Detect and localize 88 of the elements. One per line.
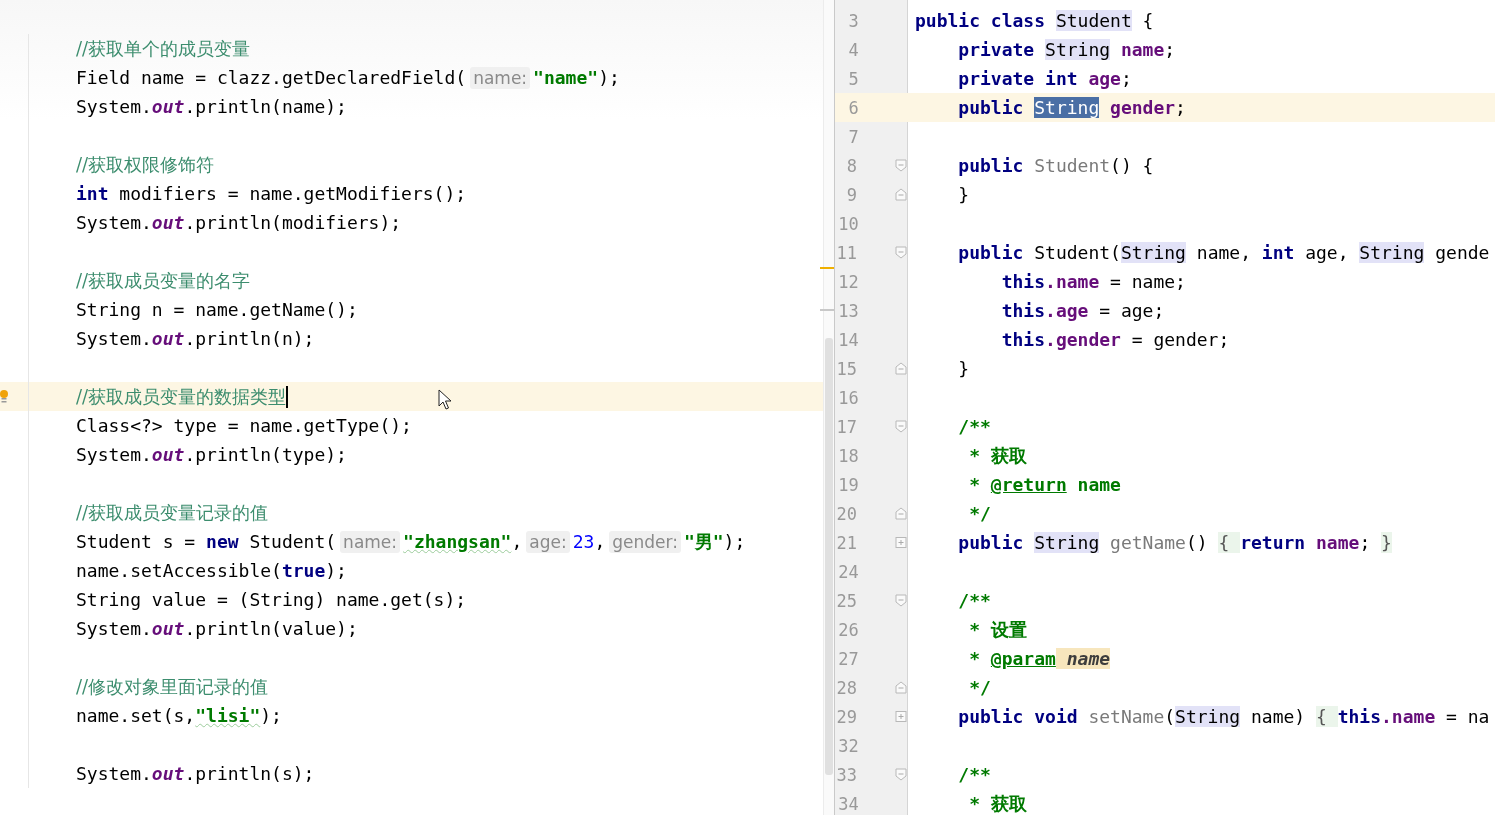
code-line: name.set(s,"lisi");: [76, 705, 282, 726]
code-line: public Student() {: [957, 155, 1154, 176]
code-line: * 获取: [968, 443, 1027, 468]
fold-marker-icon: [895, 681, 907, 694]
code-line: //获取单个的成员变量: [76, 36, 251, 61]
code-line: System.out.println(type);: [76, 444, 347, 465]
fold-marker-icon: [895, 246, 907, 259]
code-line: System.out.println(s);: [76, 763, 315, 784]
line-number: 10: [837, 213, 859, 234]
line-number: 5: [847, 68, 859, 89]
code-line: //获取成员变量记录的值: [76, 500, 269, 525]
code-line: this.name = name;: [1000, 271, 1186, 292]
fold-marker-icon: [895, 594, 907, 607]
lightbulb-icon: [0, 388, 10, 405]
line-number: 28: [835, 677, 857, 698]
line-number: 17: [835, 416, 857, 437]
code-line: this.gender = gender;: [1000, 329, 1230, 350]
code-line: this.age = age;: [1000, 300, 1165, 321]
code-line: System.out.println(name);: [76, 96, 347, 117]
mouse-pointer-icon: [438, 388, 453, 411]
code-line: * 获取: [968, 791, 1027, 815]
line-number: 29: [835, 706, 857, 727]
code-line: public String gender;: [957, 97, 1186, 118]
code-line: }: [957, 358, 970, 379]
code-line: System.out.println(value);: [76, 618, 358, 639]
line-number: 25: [835, 590, 857, 611]
code-line: public Student(String name, int age, String gende: [957, 242, 1490, 263]
code-line: System.out.println(modifiers);: [76, 212, 402, 233]
text-cursor: [286, 385, 289, 408]
code-line: //获取成员变量的数据类型: [76, 384, 287, 409]
line-number: 9: [845, 184, 857, 205]
code-line: */: [968, 677, 991, 698]
error-stripe-mark[interactable]: [820, 309, 834, 311]
code-line: /**: [957, 764, 991, 785]
code-line: Student s = new Student( name: "zhangsan", age: 23, gender: "男");: [76, 529, 746, 554]
code-line: name.setAccessible(true);: [76, 560, 347, 581]
line-number: 14: [837, 329, 859, 350]
line-number: 32: [837, 735, 859, 756]
code-line: private String name;: [957, 39, 1176, 60]
code-line: //获取成员变量的名字: [76, 268, 251, 293]
code-line: */: [968, 503, 991, 524]
fold-marker-icon: [895, 420, 907, 433]
code-line: String value = (String) name.get(s);: [76, 589, 467, 610]
code-line: /**: [957, 590, 991, 611]
line-number: 19: [837, 474, 859, 495]
code-line: }: [957, 184, 970, 205]
code-line: Field name = clazz.getDeclaredField( name: "name");: [76, 67, 620, 88]
line-number: 15: [835, 358, 857, 379]
fold-marker-icon: [895, 768, 907, 781]
line-number: 16: [837, 387, 859, 408]
fold-marker-icon: [895, 507, 907, 520]
fold-marker-icon: [895, 710, 907, 723]
line-number: 3: [847, 10, 859, 31]
code-line: public String getName() { return name; }: [957, 532, 1392, 553]
code-line: * @return name: [968, 474, 1121, 495]
line-number: 27: [837, 648, 859, 669]
fold-marker-icon: [895, 159, 907, 172]
line-number: 20: [835, 503, 857, 524]
line-number: 12: [837, 271, 859, 292]
line-number: 21: [835, 532, 857, 553]
scrollbar-thumb[interactable]: [825, 338, 833, 775]
fold-marker-icon: [895, 188, 907, 201]
line-number: 34: [837, 793, 859, 814]
code-line: //获取权限修饰符: [76, 152, 215, 177]
code-line: /**: [957, 416, 991, 437]
code-line: public class Student {: [915, 10, 1154, 31]
line-number: 33: [835, 764, 857, 785]
code-line: String n = name.getName();: [76, 299, 358, 320]
code-line: * 设置: [968, 617, 1027, 642]
code-line: * @param name: [968, 648, 1111, 669]
error-stripe-mark[interactable]: [820, 267, 834, 269]
line-number: 7: [847, 126, 859, 147]
line-number: 24: [837, 561, 859, 582]
code-line: System.out.println(n);: [76, 328, 315, 349]
code-line: int modifiers = name.getModifiers();: [76, 183, 467, 204]
code-line: Class<?> type = name.getType();: [76, 415, 412, 436]
fold-marker-icon: [895, 536, 907, 549]
line-number: 26: [837, 619, 859, 640]
code-line: private int age;: [957, 68, 1132, 89]
line-number: 13: [837, 300, 859, 321]
code-line: //修改对象里面记录的值: [76, 674, 269, 699]
fold-marker-icon: [895, 362, 907, 375]
line-number: 6: [847, 97, 859, 118]
code-line: public void setName(String name) { this.name = na: [957, 706, 1490, 727]
line-number: 11: [835, 242, 857, 263]
line-number: 4: [847, 39, 859, 60]
line-number: 18: [837, 445, 859, 466]
line-number: 8: [845, 155, 857, 176]
